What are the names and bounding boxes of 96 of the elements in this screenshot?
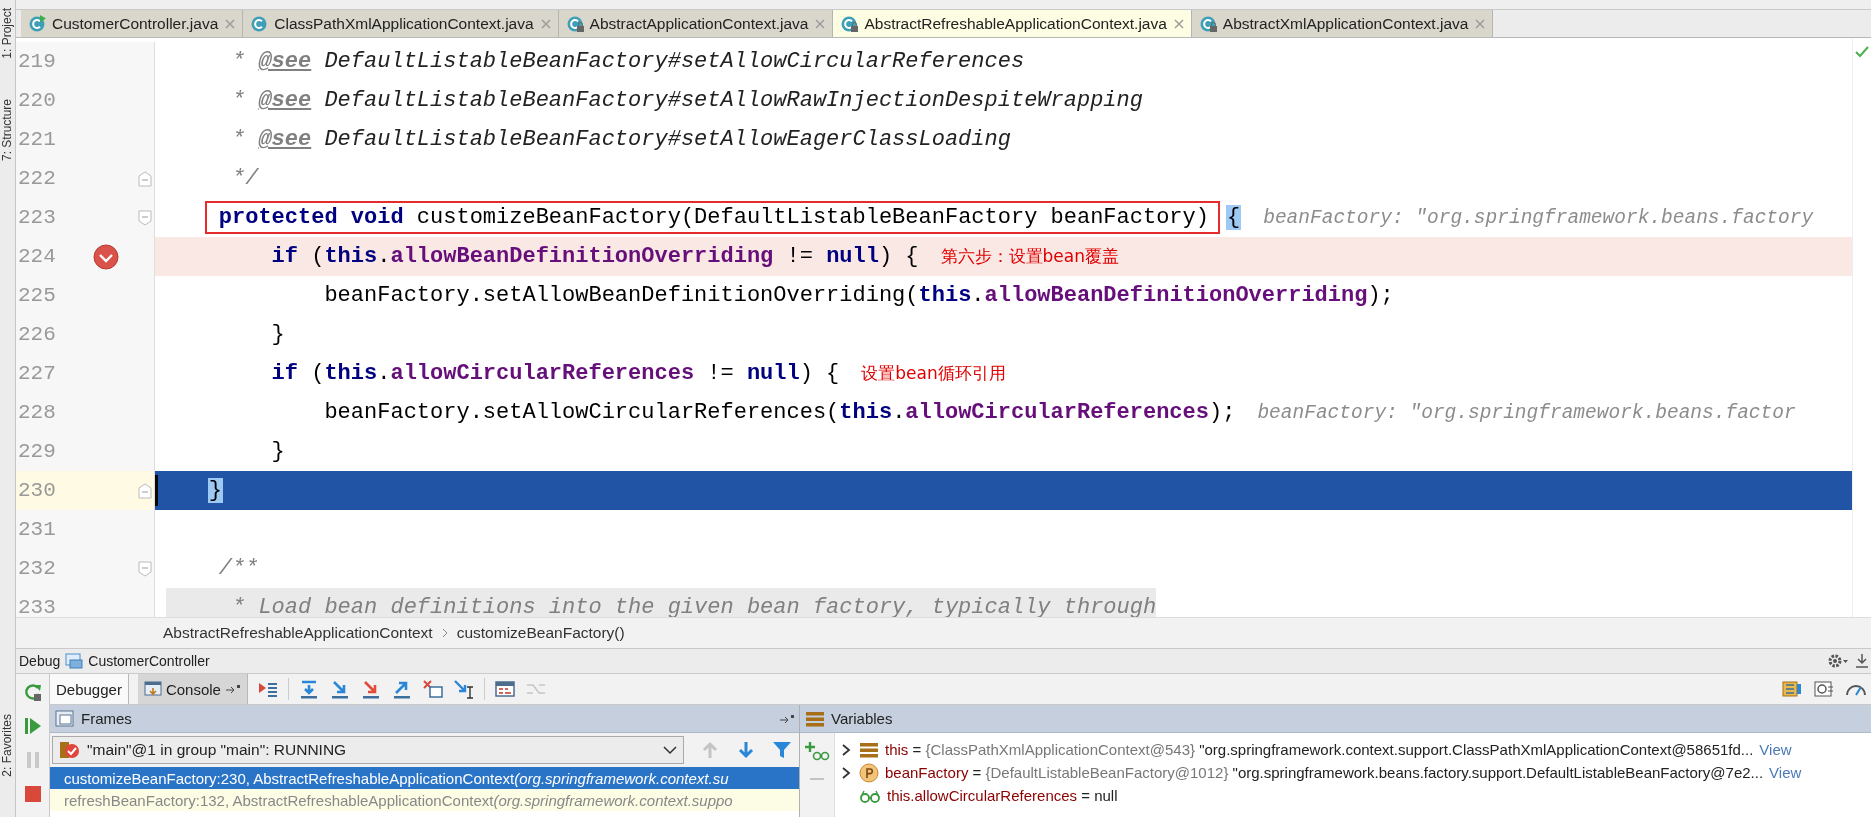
- line-number: 226: [17, 323, 57, 346]
- editor-tab[interactable]: CustomerController.java: [21, 10, 244, 37]
- inline-value-hint: beanFactory: "org.springframework.beans.factory: [1263, 206, 1814, 229]
- variable-entry[interactable]: beanFactory = {DefaultListableBeanFactory@1012} "org.springframework.beans.factory.support.DefaultListableBeanFactory@7e2...: [885, 764, 1764, 781]
- code-text: protected void customizeBeanFactory(DefaultListableBeanFactory beanFactory): [218, 205, 1209, 230]
- class-run-icon: [28, 14, 46, 33]
- editor-tab[interactable]: ClassPathXmlApplicationContext.java: [243, 10, 559, 37]
- class-locked-icon: [565, 14, 584, 33]
- annotation-note: 设置bean循环引用: [861, 362, 1006, 385]
- close-icon[interactable]: [224, 17, 237, 30]
- drop-frame-icon[interactable]: [421, 679, 444, 699]
- parameter-icon: [859, 762, 879, 783]
- line-number: 223: [17, 206, 57, 229]
- class-icon: [250, 14, 269, 33]
- line-number: 231: [17, 518, 57, 541]
- line-number: 222: [17, 167, 57, 190]
- line-number: 227: [17, 362, 57, 385]
- breadcrumb[interactable]: customizeBeanFactory(): [456, 624, 625, 642]
- stack-frame[interactable]: refreshBeanFactory:132, AbstractRefreshableApplicationContext(org.springframework.context.suppo: [50, 789, 799, 811]
- panel-title: Frames: [81, 710, 132, 727]
- editor-tab[interactable]: AbstractRefreshableApplicationContext.java: [833, 10, 1192, 37]
- variable-entry[interactable]: this.allowCircularReferences = null: [887, 787, 1118, 804]
- run-config-name[interactable]: CustomerController: [88, 653, 210, 669]
- variable-entry[interactable]: this = {ClassPathXmlApplicationContext@543} "org.springframework.context.support.ClassPathXmlApplicationContext@58651fd...: [885, 741, 1754, 758]
- stop-icon[interactable]: [22, 784, 43, 804]
- expand-icon[interactable]: [841, 765, 851, 780]
- run-config-icon: [65, 653, 84, 669]
- run-to-cursor-icon[interactable]: [452, 679, 475, 699]
- rerun-icon[interactable]: [22, 682, 43, 702]
- text-cursor: [155, 475, 158, 506]
- close-icon[interactable]: [814, 17, 827, 30]
- line-number: 220: [17, 89, 57, 112]
- pin-icon: [224, 683, 241, 695]
- mute-breakpoints-icon[interactable]: [1813, 679, 1835, 699]
- thread-dropdown[interactable]: "main"@1 in group "main": RUNNING: [52, 736, 684, 764]
- code-text: */: [232, 166, 259, 191]
- line-number: 228: [17, 401, 57, 424]
- code-text: }: [271, 439, 285, 464]
- check-icon: [1855, 46, 1869, 58]
- code-text: * Load bean definitions into the given bean factory, typically through: [232, 595, 1157, 617]
- class-locked-icon: [1198, 14, 1217, 33]
- close-icon[interactable]: [1474, 17, 1487, 30]
- filter-icon[interactable]: [772, 740, 792, 760]
- line-number: 232: [17, 557, 57, 580]
- debug-tab[interactable]: Debugger: [50, 674, 129, 704]
- console-icon: [143, 681, 162, 697]
- frames-icon: [55, 709, 75, 728]
- hide-icon[interactable]: [1855, 653, 1869, 669]
- line-number: 221: [17, 128, 57, 151]
- code-text: beanFactory.setAllowBeanDefinitionOverriding(this.allowBeanDefinitionOverriding);: [324, 283, 1394, 308]
- line-number: 224: [17, 245, 57, 268]
- line-number: 229: [17, 440, 57, 463]
- line-number: 230: [17, 479, 57, 502]
- panel-title: Variables: [831, 710, 893, 727]
- pin-icon[interactable]: [779, 712, 795, 725]
- code-text: if (this.allowCircularReferences != null) {: [271, 361, 840, 386]
- tool-window-label[interactable]: 7: Structure: [0, 98, 15, 161]
- close-icon[interactable]: [1172, 17, 1185, 30]
- class-locked-icon: [840, 14, 859, 33]
- inline-value-hint: beanFactory: "org.springframework.beans.factor: [1257, 401, 1796, 424]
- code-text: * @see DefaultListableBeanFactory#setAllowEagerClassLoading: [232, 127, 1011, 152]
- breakpoints-icon[interactable]: [1781, 679, 1803, 699]
- panel-title: Debug: [19, 653, 61, 669]
- stack-frame[interactable]: customizeBeanFactory:230, AbstractRefreshableApplicationContext(org.springframework.context.su: [50, 767, 799, 789]
- code-text: /**: [218, 556, 259, 581]
- code-text: if (this.allowBeanDefinitionOverriding != null) {: [271, 244, 919, 269]
- variables-icon: [805, 709, 825, 728]
- field-icon: [859, 740, 879, 759]
- chevron-icon: [440, 628, 449, 638]
- resume-icon[interactable]: [22, 716, 43, 736]
- code-text: * @see DefaultListableBeanFactory#setAllowCircularReferences: [232, 49, 1025, 74]
- add-watch-icon[interactable]: [804, 741, 830, 761]
- tool-window-label[interactable]: 1: Project: [0, 8, 15, 59]
- chevron-down-icon: [663, 745, 677, 755]
- breadcrumb[interactable]: AbstractRefreshableApplicationContext: [163, 624, 433, 642]
- thread-icon: [59, 740, 81, 760]
- matched-brace: }: [207, 478, 223, 503]
- line-number: 225: [17, 284, 57, 307]
- view-link[interactable]: View: [1769, 764, 1802, 781]
- code-text: }: [271, 322, 285, 347]
- debug-tab[interactable]: Console: [137, 674, 248, 704]
- matched-brace: {: [1226, 205, 1242, 230]
- editor-tab[interactable]: AbstractApplicationContext.java: [558, 10, 834, 37]
- view-link[interactable]: View: [1759, 741, 1792, 758]
- calculator-icon[interactable]: [493, 679, 516, 699]
- editor-tab[interactable]: AbstractXmlApplicationContext.java: [1191, 10, 1494, 37]
- code-text: beanFactory.setAllowCircularReferences(this.allowCircularReferences);: [324, 400, 1236, 425]
- arrow-down-icon[interactable]: [736, 740, 756, 760]
- close-icon[interactable]: [539, 17, 552, 30]
- tool-window-label[interactable]: 2: Favorites: [0, 714, 15, 777]
- code-text: * @see DefaultListableBeanFactory#setAllowRawInjectionDespiteWrapping: [232, 88, 1143, 113]
- annotation-note: 第六步：设置bean覆盖: [940, 245, 1119, 268]
- expand-icon[interactable]: [841, 742, 851, 757]
- line-number: 219: [17, 50, 57, 73]
- settings-icon[interactable]: [1827, 653, 1849, 669]
- line-number: 233: [17, 596, 57, 617]
